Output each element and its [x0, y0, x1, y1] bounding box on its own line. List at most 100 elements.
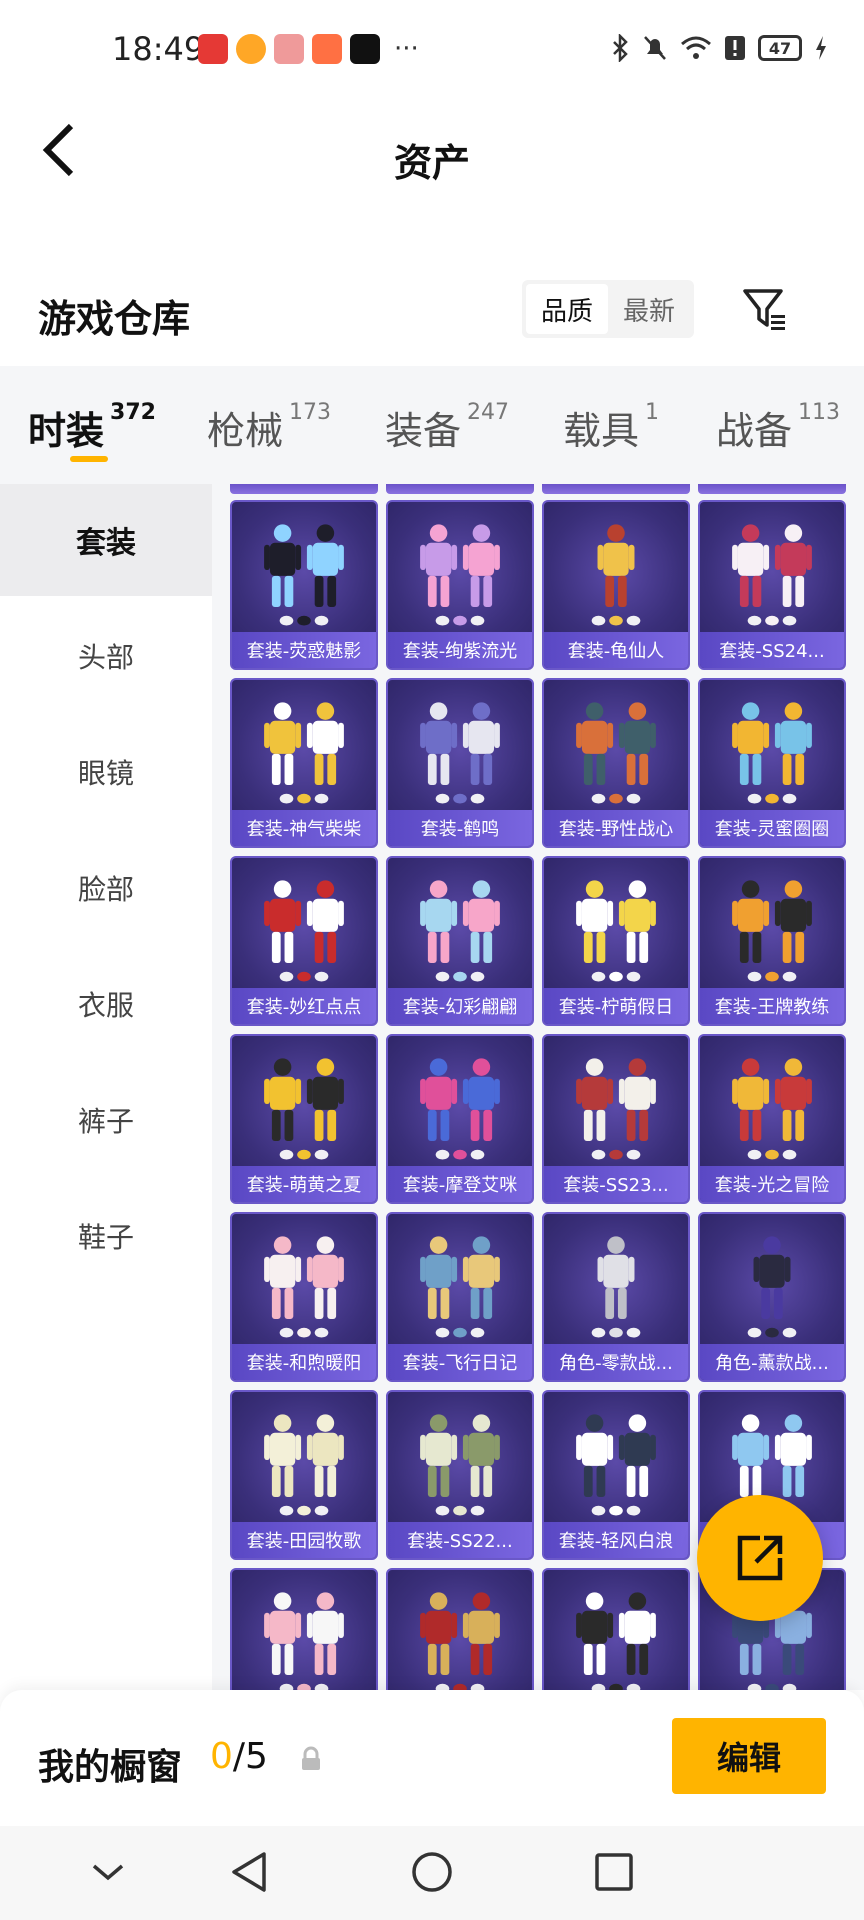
outfit-image — [747, 1236, 797, 1338]
outfit-image — [264, 702, 344, 804]
outfit-label: 套装-摩登艾咪 — [388, 1166, 532, 1202]
outfit-card[interactable]: 角色-薰款战... — [698, 1212, 846, 1382]
outfit-card[interactable]: 套装-妙红点点 — [230, 856, 378, 1026]
outfit-label: 套装-鹤鸣 — [388, 810, 532, 846]
showcase-bar: 我的橱窗 0/5 编辑 — [0, 1690, 864, 1826]
outfit-card[interactable] — [386, 1568, 534, 1690]
outfit-card[interactable]: 套装-鹤鸣 — [386, 678, 534, 848]
outfit-card[interactable]: 套装-和煦暖阳 — [230, 1212, 378, 1382]
sidebar-item-glasses[interactable]: 眼镜 — [0, 716, 212, 828]
filter-button[interactable] — [738, 282, 792, 336]
outfit-label: 套装-灵蜜圈圈 — [700, 810, 844, 846]
tab-supplies[interactable]: 战备 113 — [716, 400, 840, 455]
outfit-card[interactable]: 套装-柠萌假日 — [542, 856, 690, 1026]
outfit-image — [732, 702, 812, 804]
status-bar: 18:49 ··· 47 — [0, 0, 864, 104]
outfit-card[interactable]: 套装-野性战心 — [542, 678, 690, 848]
showcase-label: 我的橱窗 — [38, 1747, 183, 1788]
outfit-image — [732, 1058, 812, 1160]
section-title: 游戏仓库 — [38, 297, 191, 341]
outfit-image — [732, 524, 812, 626]
outfit-image — [420, 1414, 500, 1516]
triangle-back-icon — [232, 1852, 266, 1892]
showcase-current: 0 — [210, 1736, 233, 1777]
outfit-card[interactable]: 套装-摩登艾咪 — [386, 1034, 534, 1204]
outfit-card[interactable]: 套装-神气柴柴 — [230, 678, 378, 848]
sidebar-item-head[interactable]: 头部 — [0, 600, 212, 712]
collapse-button[interactable] — [82, 1846, 134, 1898]
outfit-label: 套装-轻风白浪 — [544, 1522, 688, 1558]
sidebar-item-clothes[interactable]: 衣服 — [0, 948, 212, 1060]
outfit-image — [576, 1592, 656, 1690]
recents-button[interactable] — [588, 1846, 640, 1898]
outfit-label: 角色-薰款战... — [700, 1344, 844, 1380]
sidebar-item-pants[interactable]: 裤子 — [0, 1064, 212, 1176]
sidebar-item-suits[interactable]: 套装 — [0, 484, 212, 596]
outfit-card[interactable]: 套装-荧惑魅影 — [230, 500, 378, 670]
sort-quality-option[interactable]: 品质 — [526, 284, 608, 334]
sidebar-item-shoes[interactable]: 鞋子 — [0, 1180, 212, 1292]
outfit-card[interactable]: 套装-灵蜜圈圈 — [698, 678, 846, 848]
outfit-image — [576, 1058, 656, 1160]
tab-weapons[interactable]: 枪械 173 — [207, 400, 331, 455]
system-back-button[interactable] — [222, 1846, 274, 1898]
outfit-card[interactable]: 角色-零款战... — [542, 1212, 690, 1382]
edit-button[interactable]: 编辑 — [672, 1718, 826, 1794]
system-nav-bar — [0, 1826, 864, 1920]
outfit-label: 套装-龟仙人 — [544, 632, 688, 668]
outfit-label: 套装-神气柴柴 — [232, 810, 376, 846]
outfit-card[interactable]: 套装-SS22... — [386, 1390, 534, 1560]
outfit-image — [576, 1414, 656, 1516]
tab-equipment[interactable]: 装备 247 — [385, 400, 509, 455]
previous-row-edge — [228, 484, 852, 494]
outfit-label: 角色-零款战... — [544, 1344, 688, 1380]
outfit-label: 套装-和煦暖阳 — [232, 1344, 376, 1380]
outfit-card[interactable]: 套装-幻彩翩翩 — [386, 856, 534, 1026]
showcase-count: 0/5 — [210, 1736, 268, 1777]
outfit-card[interactable] — [230, 1568, 378, 1690]
outfit-image — [420, 1058, 500, 1160]
sort-newest-option[interactable]: 最新 — [608, 284, 690, 334]
outfit-image — [420, 1592, 500, 1690]
outfit-label: 套装-萌黄之夏 — [232, 1166, 376, 1202]
outfit-image — [591, 1236, 641, 1338]
tab-count: 372 — [110, 400, 156, 425]
tab-vehicles[interactable]: 载具 1 — [563, 400, 659, 455]
card-edge — [386, 484, 534, 494]
external-link-icon — [737, 1535, 783, 1581]
outfit-label: 套装-荧惑魅影 — [232, 632, 376, 668]
outfit-card[interactable]: 套装-飞行日记 — [386, 1212, 534, 1382]
tab-fashion[interactable]: 时装 372 — [28, 400, 156, 455]
home-button[interactable] — [406, 1846, 458, 1898]
outfit-card[interactable]: 套装-轻风白浪 — [542, 1390, 690, 1560]
nav-bar: 资产 — [0, 104, 864, 204]
bluetooth-icon — [613, 34, 628, 62]
outfit-card[interactable] — [542, 1568, 690, 1690]
battery-icon: 47 — [758, 35, 802, 61]
tab-count: 173 — [289, 400, 332, 425]
outfit-card[interactable]: 套装-田园牧歌 — [230, 1390, 378, 1560]
outfit-card[interactable]: 套装-王牌教练 — [698, 856, 846, 1026]
outfit-image — [591, 524, 641, 626]
card-edge — [542, 484, 690, 494]
tab-count: 113 — [798, 400, 841, 425]
outfit-label: 套装-光之冒险 — [700, 1166, 844, 1202]
outfit-image — [732, 880, 812, 982]
square-recents-icon — [595, 1853, 633, 1891]
circle-home-icon — [412, 1852, 452, 1892]
outfit-card[interactable]: 套装-龟仙人 — [542, 500, 690, 670]
outfit-image — [264, 1058, 344, 1160]
outfit-card[interactable]: 套装-SS24... — [698, 500, 846, 670]
share-button[interactable] — [697, 1495, 823, 1621]
outfit-image — [576, 702, 656, 804]
outfit-label: 套装-SS22... — [388, 1522, 532, 1558]
tab-label: 战备 — [716, 409, 793, 453]
cloud-app-icon — [274, 34, 304, 64]
outfit-card[interactable]: 套装-萌黄之夏 — [230, 1034, 378, 1204]
outfit-card[interactable]: 套装-SS23... — [542, 1034, 690, 1204]
sidebar-item-face[interactable]: 脸部 — [0, 832, 212, 944]
more-icon: ··· — [394, 34, 419, 64]
charging-icon — [816, 36, 826, 60]
outfit-card[interactable]: 套装-光之冒险 — [698, 1034, 846, 1204]
outfit-card[interactable]: 套装-绚紫流光 — [386, 500, 534, 670]
